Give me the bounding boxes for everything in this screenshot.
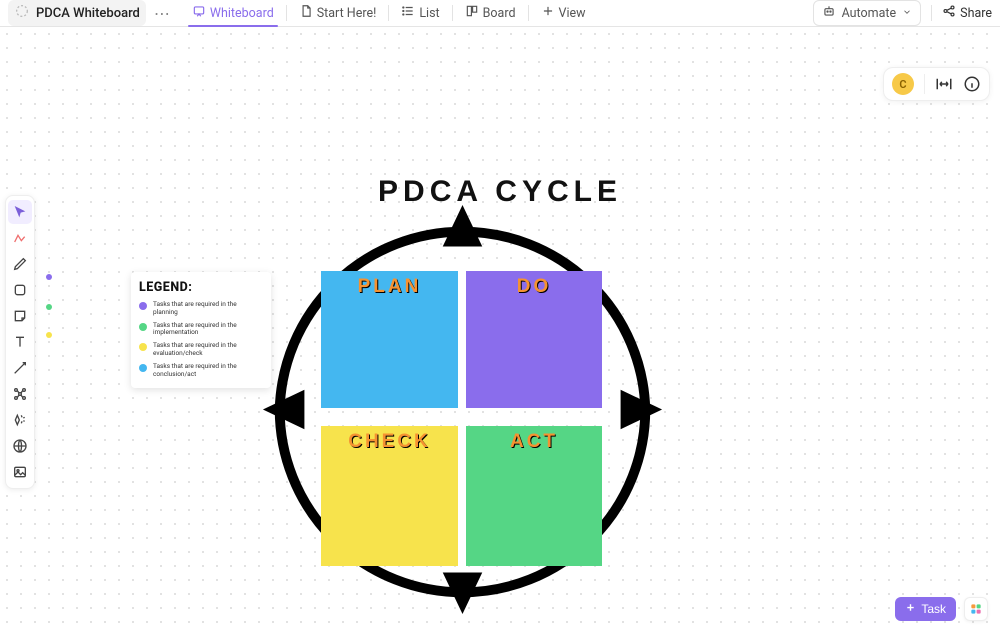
separator — [452, 5, 453, 21]
plus-icon — [541, 4, 555, 22]
chevron-down-icon — [902, 6, 912, 21]
legend-dot — [139, 364, 147, 372]
topbar-right: Automate Share — [813, 0, 992, 26]
separator — [931, 5, 932, 21]
tab-label: Whiteboard — [210, 6, 274, 21]
document-options[interactable]: ⋯ — [150, 4, 174, 23]
color-dot-yellow — [46, 332, 52, 338]
quad-plan[interactable]: PLAN — [321, 271, 458, 408]
separator — [528, 5, 529, 21]
board-icon — [465, 4, 479, 22]
fit-width-button[interactable] — [935, 75, 953, 93]
legend-item: Tasks that are required in the evaluatio… — [139, 342, 263, 358]
legend-title: LEGEND: — [139, 280, 263, 295]
avatar[interactable]: C — [892, 73, 914, 95]
add-view-button[interactable]: View — [531, 0, 596, 26]
quad-label: ACT — [510, 431, 558, 453]
color-dot-purple — [46, 274, 52, 280]
connector-tool[interactable] — [8, 356, 32, 380]
document-chip[interactable]: PDCA Whiteboard — [8, 0, 146, 26]
color-dot-green — [46, 304, 52, 310]
tab-label: List — [419, 6, 439, 21]
separator — [388, 5, 389, 21]
tab-label: Board — [483, 6, 516, 21]
task-label: Task — [921, 602, 946, 616]
tab-board[interactable]: Board — [455, 0, 526, 26]
magic-tool[interactable] — [8, 408, 32, 432]
list-icon — [401, 4, 415, 22]
mindmap-tool[interactable] — [8, 382, 32, 406]
tab-start-here[interactable]: Start Here! — [289, 0, 387, 26]
legend-text: Tasks that are required in the conclusio… — [153, 363, 263, 379]
legend-text: Tasks that are required in the planning — [153, 301, 263, 317]
separator — [286, 5, 287, 21]
plus-icon — [905, 602, 916, 616]
legend-dot — [139, 323, 147, 331]
legend-text: Tasks that are required in the evaluatio… — [153, 342, 263, 358]
text-tool[interactable] — [8, 330, 32, 354]
quad-do[interactable]: DO — [466, 271, 602, 408]
image-tool[interactable] — [8, 460, 32, 484]
document-name: PDCA Whiteboard — [36, 6, 140, 21]
cycle-icon — [14, 3, 30, 23]
separator — [924, 74, 925, 94]
tab-list[interactable]: List — [391, 0, 449, 26]
tab-label: View — [559, 6, 586, 21]
web-tool[interactable] — [8, 434, 32, 458]
automate-button[interactable]: Automate — [813, 0, 922, 26]
legend-item: Tasks that are required in the implement… — [139, 322, 263, 338]
bottom-right-actions: Task — [895, 597, 988, 621]
top-bar: PDCA Whiteboard ⋯ Whiteboard Start Here!… — [0, 0, 1000, 27]
apps-button[interactable] — [964, 597, 988, 621]
legend-text: Tasks that are required in the implement… — [153, 322, 263, 338]
sticky-tool[interactable] — [8, 304, 32, 328]
quad-label: PLAN — [358, 276, 422, 298]
quad-label: CHECK — [348, 431, 431, 453]
select-tool[interactable] — [8, 200, 32, 224]
pen-tool[interactable] — [8, 252, 32, 276]
robot-icon — [822, 4, 836, 22]
legend-dot — [139, 343, 147, 351]
share-icon — [942, 4, 956, 22]
share-button[interactable]: Share — [942, 4, 992, 22]
quad-label: DO — [517, 276, 552, 298]
automate-label: Automate — [842, 6, 897, 21]
quad-act[interactable]: ACT — [466, 426, 602, 566]
shape-tool[interactable] — [8, 278, 32, 302]
document-icon — [299, 4, 313, 22]
info-button[interactable] — [963, 75, 981, 93]
legend-item: Tasks that are required in the planning — [139, 301, 263, 317]
legend-item: Tasks that are required in the conclusio… — [139, 363, 263, 379]
tab-label: Start Here! — [317, 6, 377, 21]
quad-check[interactable]: CHECK — [321, 426, 458, 566]
view-tabs: Whiteboard Start Here! List Board — [182, 0, 596, 26]
tab-whiteboard[interactable]: Whiteboard — [182, 0, 284, 26]
whiteboard-toolbar — [5, 195, 35, 489]
share-label: Share — [960, 6, 992, 21]
diagram-tool[interactable] — [8, 226, 32, 250]
canvas-controls: C — [883, 67, 990, 101]
whiteboard-icon — [192, 4, 206, 22]
canvas[interactable]: C LEGEND: Tasks that are required in the… — [0, 27, 1000, 633]
legend-dot — [139, 302, 147, 310]
pdca-quadrants: PLAN DO CHECK ACT — [321, 271, 602, 565]
new-task-button[interactable]: Task — [895, 597, 956, 621]
legend-card[interactable]: LEGEND: Tasks that are required in the p… — [131, 272, 271, 388]
